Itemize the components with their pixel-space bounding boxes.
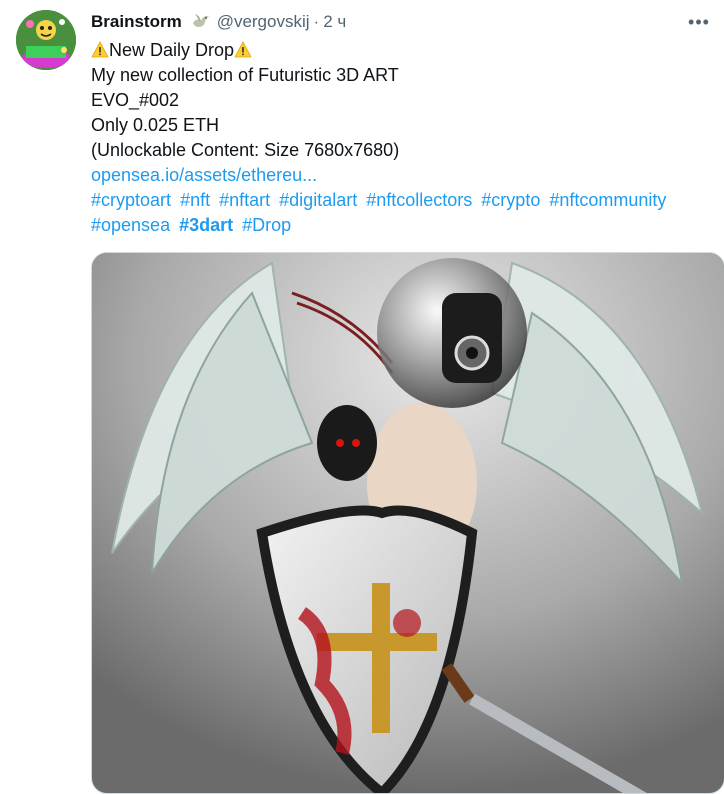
hashtag-link[interactable]: #digitalart xyxy=(279,190,357,210)
bird-emoji-icon xyxy=(192,14,209,27)
separator-dot: · xyxy=(313,12,320,31)
tweet-line-5: (Unlockable Content: Size 7680x7680) xyxy=(91,140,400,160)
tweet-link[interactable]: opensea.io/assets/ethereu... xyxy=(91,165,317,185)
hashtag-link[interactable]: #nftcommunity xyxy=(549,190,666,210)
display-name[interactable]: Brainstorm xyxy=(91,12,182,32)
tweet-header: Brainstorm @vergovskij · 2 ч xyxy=(91,11,346,33)
artwork-image xyxy=(92,253,724,793)
avatar-image xyxy=(16,10,76,70)
warning-icon xyxy=(234,41,252,58)
tweet-line-3: EVO_#002 xyxy=(91,90,180,110)
avatar[interactable] xyxy=(16,10,76,70)
hashtag-link[interactable]: #cryptoart xyxy=(91,190,171,210)
hashtag-link[interactable]: #nftart xyxy=(219,190,270,210)
tweet-line-1: New Daily Drop xyxy=(91,38,711,63)
tweet-text: New Daily Drop My new collection of Futu… xyxy=(91,38,711,238)
tweet-line-2: My new collection of Futuristic 3D ART xyxy=(91,65,399,85)
hashtags-row-1: #cryptoart #nft #nftart #digitalart #nft… xyxy=(91,188,711,213)
user-handle[interactable]: @vergovskij xyxy=(217,12,310,32)
tweet-line-4: Only 0.025 ETH xyxy=(91,115,220,135)
hashtag-link[interactable]: #opensea xyxy=(91,215,170,235)
tweet-line-1-text: New Daily Drop xyxy=(109,40,235,60)
hashtag-link[interactable]: #crypto xyxy=(481,190,540,210)
timestamp[interactable]: 2 ч xyxy=(323,12,346,32)
hashtag-link[interactable]: #Drop xyxy=(242,215,291,235)
more-horizontal-icon[interactable]: ••• xyxy=(688,11,710,33)
hashtags-row-2: #opensea #3dart #Drop xyxy=(91,213,711,238)
warning-icon xyxy=(91,41,109,58)
hashtag-link[interactable]: #nft xyxy=(180,190,210,210)
hashtag-link[interactable]: #nftcollectors xyxy=(366,190,472,210)
hashtag-link[interactable]: #3dart xyxy=(179,215,233,235)
tweet-media-image[interactable] xyxy=(91,252,724,794)
